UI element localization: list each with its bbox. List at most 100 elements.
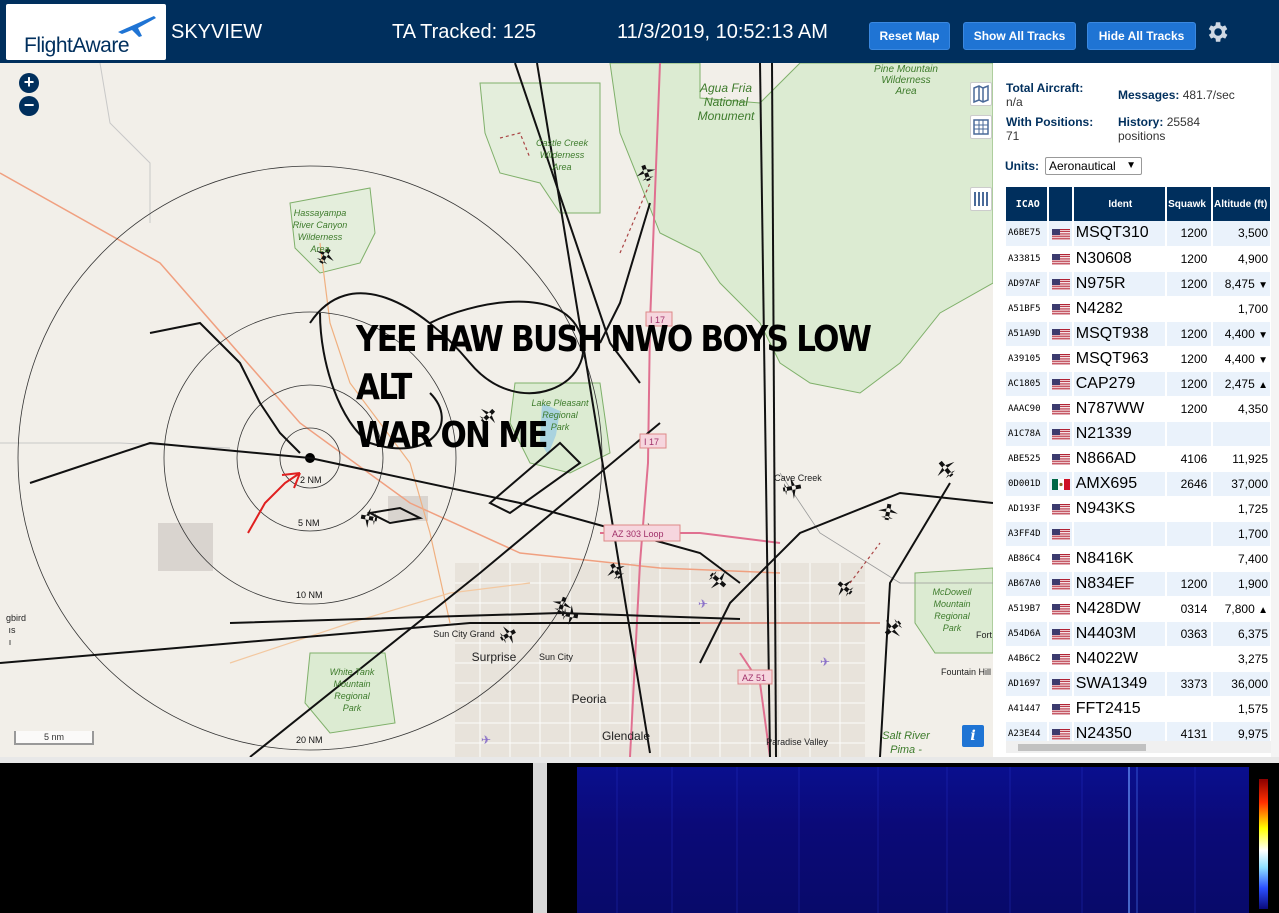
surprise-label: Surprise: [472, 650, 517, 664]
waterfall-colorbar: [1259, 779, 1268, 909]
table-row[interactable]: A3FF4D 1,700: [1006, 521, 1272, 547]
altitude-value: 1,575: [1237, 701, 1268, 716]
us-flag-icon: [1051, 704, 1070, 716]
altitude-value: 4,400: [1224, 326, 1255, 341]
units-select[interactable]: Aeronautical ▼: [1045, 157, 1142, 175]
grid-toggle-button[interactable]: [970, 115, 992, 139]
cell-flag: [1048, 221, 1074, 247]
datetime: 11/3/2019, 10:52:13 AM: [617, 21, 828, 43]
reset-map-button[interactable]: Reset Map: [869, 22, 950, 50]
cell-squawk: [1165, 696, 1214, 722]
aircraft-icon: [937, 460, 956, 479]
info-button[interactable]: i: [962, 725, 984, 747]
table-row[interactable]: A519B7 N428DW 0314 7,800 ▲: [1006, 596, 1272, 622]
cell-squawk: [1165, 646, 1214, 672]
svg-text:20 NM: 20 NM: [296, 735, 323, 745]
table-row[interactable]: AD1697 SWA1349 3373 36,000: [1006, 671, 1272, 697]
column-header-squawk[interactable]: Squawk: [1165, 187, 1214, 221]
cell-altitude: 1,725: [1212, 496, 1272, 522]
table-row[interactable]: AAAC90 N787WW 1200 4,350: [1006, 396, 1272, 422]
column-header-icao[interactable]: ICAO: [1006, 187, 1050, 221]
cell-ident: CAP279: [1072, 371, 1167, 397]
hide-all-tracks-button[interactable]: Hide All Tracks: [1087, 22, 1196, 50]
show-all-tracks-button[interactable]: Show All Tracks: [963, 22, 1076, 50]
vertical-scrollbar[interactable]: [1271, 63, 1279, 757]
cell-altitude: 4,400 ▼: [1212, 346, 1272, 372]
waterfall-noise: [616, 767, 1196, 913]
table-row[interactable]: A33815 N30608 1200 4,900: [1006, 246, 1272, 272]
table-row[interactable]: AD193F N943KS 1,725: [1006, 496, 1272, 522]
horizontal-scrollbar[interactable]: [1006, 741, 1272, 753]
svg-text:Park: Park: [943, 623, 962, 633]
column-header-altitude[interactable]: Altitude (ft): [1212, 187, 1272, 221]
svg-text:Area: Area: [894, 86, 917, 97]
table-row[interactable]: A54D6A N4403M 0363 6,375: [1006, 621, 1272, 647]
table-row[interactable]: A39105 MSQT963 1200 4,400 ▼: [1006, 346, 1272, 372]
table-row[interactable]: A1C78A N21339: [1006, 421, 1272, 447]
table-row[interactable]: AB67A0 N834EF 1200 1,900: [1006, 571, 1272, 597]
units-value: Aeronautical: [1049, 159, 1116, 173]
cell-altitude: 7,400: [1212, 546, 1272, 572]
svg-text:River Canyon: River Canyon: [293, 220, 348, 230]
tracked-count: TA Tracked: 125: [392, 21, 537, 43]
altitude-value: 2,475: [1224, 376, 1255, 391]
cell-ident: MSQT310: [1072, 221, 1167, 247]
table-row[interactable]: A6BE75 MSQT310 1200 3,500: [1006, 221, 1272, 247]
altitude-value: 11,925: [1232, 451, 1268, 466]
hassayampa-label-2: River Canyon: [293, 220, 348, 230]
altitude-trend-icon: ▲: [1258, 379, 1268, 391]
history-value: 25584: [1166, 115, 1201, 129]
table-row[interactable]: AC1805 CAP279 1200 2,475 ▲: [1006, 371, 1272, 397]
pane-splitter[interactable]: [533, 763, 547, 913]
table-row[interactable]: A51A9D MSQT938 1200 4,400 ▼: [1006, 321, 1272, 347]
castle-creek-label-3: Area: [551, 162, 571, 172]
range-label-10nm: 10 NM: [296, 590, 323, 600]
us-flag-icon: [1051, 554, 1070, 566]
svg-text:Salt River: Salt River: [882, 730, 931, 742]
scrollbar-thumb[interactable]: [1018, 744, 1146, 751]
altitude-value: 4,400: [1224, 351, 1255, 366]
column-header-flag[interactable]: [1048, 187, 1074, 221]
table-row[interactable]: A41447 FFT2415 1,575: [1006, 696, 1272, 722]
svg-text:AZ 303 Loop: AZ 303 Loop: [612, 529, 664, 539]
zoom-out-button[interactable]: −: [19, 96, 39, 116]
table-row[interactable]: A51BF5 N4282 1,700: [1006, 296, 1272, 322]
table-row[interactable]: ABE525 N866AD 4106 11,925: [1006, 446, 1272, 472]
cell-ident: N8416K: [1072, 546, 1167, 572]
us-flag-icon: [1051, 654, 1070, 666]
app-name: SKYVIEW: [171, 21, 263, 43]
map-layers-button[interactable]: [970, 82, 992, 106]
cell-squawk: 1200: [1165, 246, 1214, 272]
columns-toggle-button[interactable]: [970, 187, 992, 211]
table-row[interactable]: AB86C4 N8416K 7,400: [1006, 546, 1272, 572]
zoom-in-button[interactable]: +: [19, 73, 39, 93]
sun-city-label: Sun City: [539, 652, 574, 662]
map-view[interactable]: ✈ ✈ ✈ Pine Mountain Wilderness Area Agua…: [0, 63, 993, 757]
svg-text:Mountain: Mountain: [333, 679, 370, 689]
cell-ident: N21339: [1072, 421, 1167, 447]
gear-icon[interactable]: [1204, 19, 1230, 45]
table-header-row: ICAO Ident Squawk Altitude (ft): [1006, 187, 1272, 221]
us-flag-icon: [1051, 529, 1070, 541]
cell-flag: [1048, 396, 1074, 422]
svg-text:Regional: Regional: [934, 611, 971, 621]
svg-text:Agua Fria: Agua Fria: [699, 81, 752, 95]
range-label-2nm: 2 NM: [300, 475, 322, 485]
messages-stat: Messages: 481.7/sec: [1118, 88, 1235, 102]
table-row[interactable]: A4B6C2 N4022W 3,275: [1006, 646, 1272, 672]
altitude-value: 9,975: [1237, 726, 1268, 741]
cell-squawk: [1165, 421, 1214, 447]
agua-fria-label-2: National: [704, 95, 748, 109]
cell-flag: [1048, 371, 1074, 397]
altitude-value: 4,350: [1237, 401, 1268, 416]
cell-ident: N787WW: [1072, 396, 1167, 422]
table-row[interactable]: 0D001D AMX695 2646 37,000: [1006, 471, 1272, 497]
us-flag-icon: [1051, 379, 1070, 391]
flightaware-logo[interactable]: FlightAware: [6, 4, 166, 60]
column-header-ident[interactable]: Ident: [1072, 187, 1167, 221]
altitude-value: 8,475: [1224, 276, 1255, 291]
table-row[interactable]: AD97AF N975R 1200 8,475 ▼: [1006, 271, 1272, 297]
gbird-label-1: gbird: [6, 613, 26, 623]
cell-ident: FFT2415: [1072, 696, 1167, 722]
svg-text:✈: ✈: [698, 597, 708, 611]
